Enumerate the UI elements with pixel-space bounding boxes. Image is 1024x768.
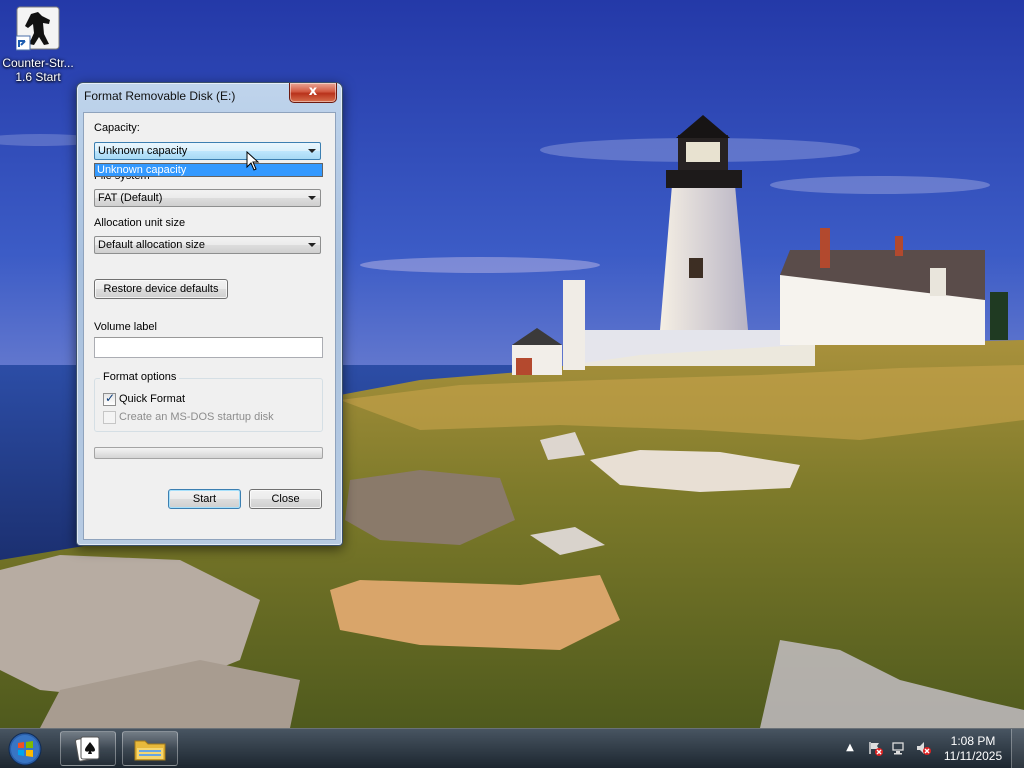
quick-format-checkbox[interactable] bbox=[103, 391, 116, 406]
format-progress-bar bbox=[94, 447, 323, 459]
show-hidden-icons-icon[interactable]: ▲ bbox=[841, 740, 859, 756]
msdos-startup-checkbox bbox=[103, 411, 116, 424]
solitaire-icon bbox=[75, 736, 100, 762]
counter-strike-shortcut-icon bbox=[15, 6, 60, 52]
format-options-title: Format options bbox=[100, 371, 180, 383]
format-dialog: Format Removable Disk (E:) x Capacity: U… bbox=[76, 82, 343, 546]
chevron-down-icon bbox=[308, 243, 316, 247]
volume-label-input[interactable] bbox=[94, 337, 323, 358]
allocation-combobox[interactable]: Default allocation size bbox=[94, 236, 321, 254]
dialog-title: Format Removable Disk (E:) bbox=[84, 89, 236, 103]
capacity-option[interactable]: Unknown capacity bbox=[95, 164, 322, 176]
volume-label-label: Volume label bbox=[94, 321, 157, 333]
close-button[interactable]: Close bbox=[249, 489, 322, 509]
network-icon[interactable] bbox=[890, 740, 908, 756]
file-explorer-icon bbox=[134, 740, 166, 761]
start-button-orb[interactable] bbox=[6, 731, 44, 767]
start-button[interactable]: Start bbox=[168, 489, 241, 509]
allocation-label: Allocation unit size bbox=[94, 217, 186, 229]
desktop-icon-counter-strike[interactable]: Counter-Str... 1.6 Start bbox=[0, 6, 76, 84]
taskbar-explorer-button[interactable] bbox=[122, 731, 178, 766]
taskbar-solitaire-button[interactable] bbox=[60, 731, 116, 766]
file-system-value: FAT (Default) bbox=[98, 192, 163, 204]
chevron-down-icon bbox=[308, 149, 316, 153]
msdos-startup-label: Create an MS-DOS startup disk bbox=[119, 411, 274, 423]
restore-defaults-button[interactable]: Restore device defaults bbox=[94, 279, 228, 299]
file-system-combobox[interactable]: FAT (Default) bbox=[94, 189, 321, 207]
chevron-down-icon bbox=[308, 196, 316, 200]
capacity-combobox[interactable]: Unknown capacity bbox=[94, 142, 321, 160]
show-desktop-button[interactable] bbox=[1011, 729, 1024, 768]
clock-time: 1:08 PM bbox=[950, 734, 996, 748]
clock-date: 11/11/2025 bbox=[943, 749, 1003, 763]
system-clock[interactable]: 1:08 PM 11/11/2025 bbox=[938, 734, 1008, 764]
capacity-dropdown-list: Unknown capacity bbox=[94, 163, 323, 177]
mouse-cursor-icon bbox=[246, 151, 260, 171]
quick-format-label[interactable]: Quick Format bbox=[119, 393, 185, 405]
dialog-client-area: Capacity: Unknown capacity Unknown capac… bbox=[83, 112, 336, 540]
format-options-group: Format options Quick Format Create an MS… bbox=[94, 371, 323, 432]
capacity-value: Unknown capacity bbox=[98, 145, 188, 157]
capacity-label: Capacity: bbox=[94, 122, 140, 134]
desktop-icon-label: Counter-Str... 1.6 Start bbox=[2, 56, 74, 84]
close-window-button[interactable]: x bbox=[289, 83, 337, 103]
action-center-icon[interactable] bbox=[866, 740, 884, 756]
taskbar: ▲ 1:08 PM 11/11/2025 bbox=[0, 728, 1024, 768]
allocation-value: Default allocation size bbox=[98, 239, 206, 251]
volume-muted-icon[interactable] bbox=[914, 740, 932, 756]
